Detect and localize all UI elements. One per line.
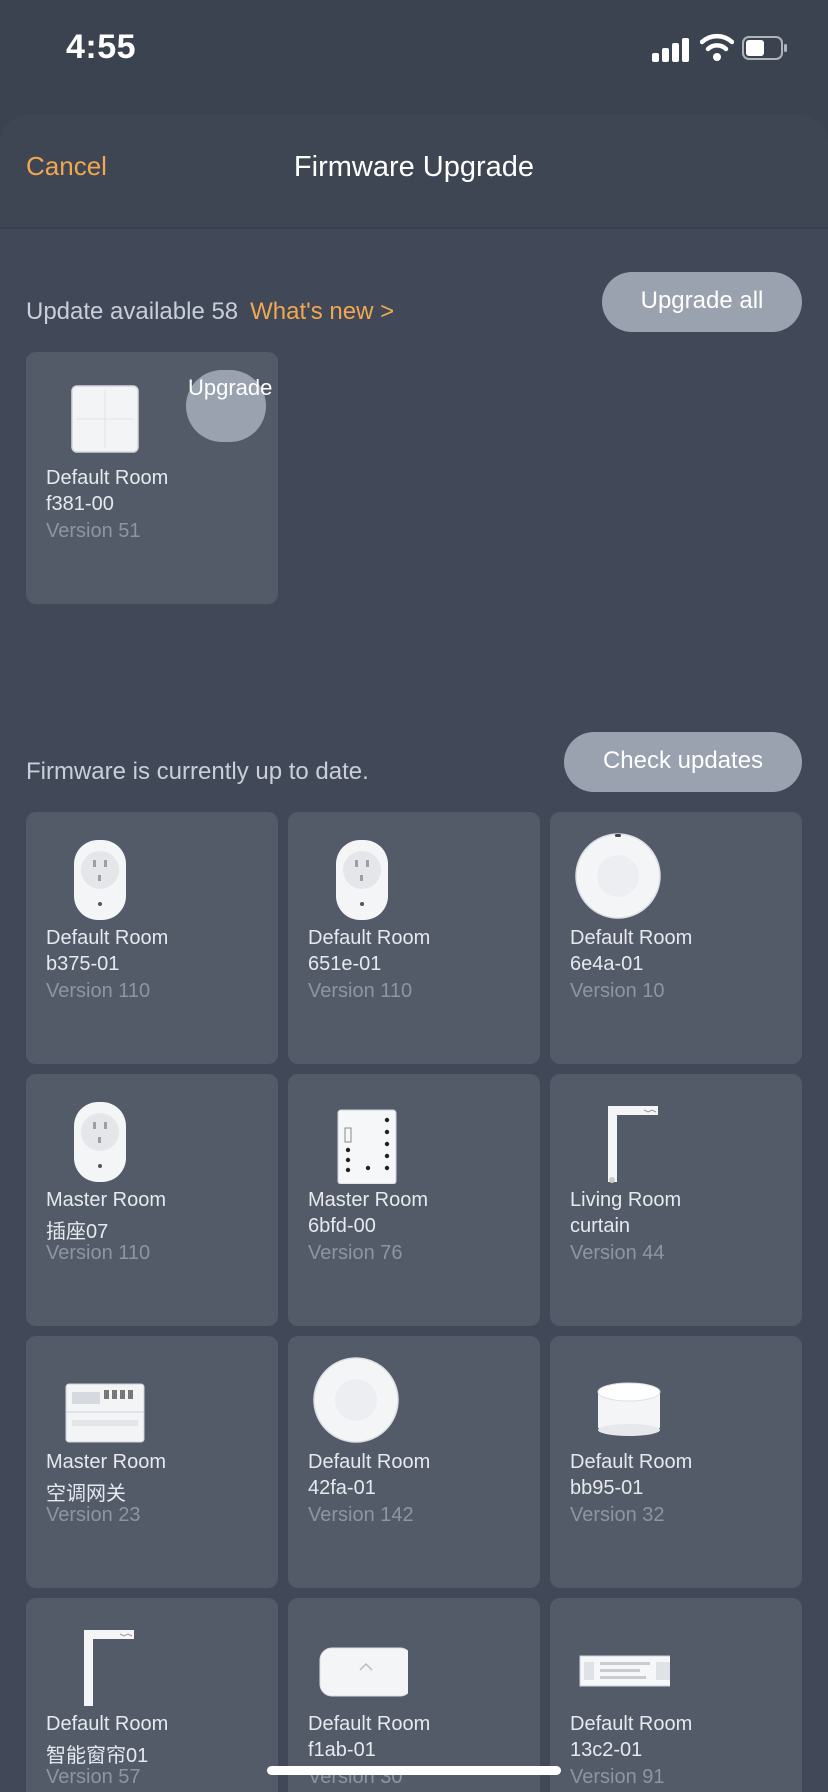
device-name: 空调网关 [46, 1483, 126, 1505]
nav-bar: Cancel Firmware Upgrade [0, 115, 828, 229]
upgrade-button[interactable]: Upgrade [186, 370, 273, 442]
device-version: Version 32 [570, 1504, 665, 1526]
device-name: 651e-01 [308, 953, 382, 975]
wall-switch-icon [71, 385, 139, 453]
device-room: Default Room [308, 1451, 431, 1473]
device-version: Version 142 [308, 1504, 414, 1526]
battery-icon [742, 36, 787, 60]
device-card[interactable]: Default Room bb95-01 Version 32 [550, 1336, 802, 1588]
device-version: Version 110 [308, 980, 413, 1002]
device-room: Master Room [46, 1451, 167, 1473]
device-room: Default Room [570, 927, 693, 949]
device-room: Default Room [308, 927, 431, 949]
device-version: Version 76 [308, 1242, 403, 1264]
device-version: Version 51 [46, 520, 141, 542]
device-name: bb95-01 [570, 1477, 644, 1499]
device-room: Default Room [46, 467, 169, 489]
curtain-motor-icon [84, 1630, 134, 1706]
device-card[interactable]: Default Room 智能窗帘01 Version 57 [26, 1598, 278, 1792]
device-room: Default Room [570, 1713, 693, 1735]
page-title: Firmware Upgrade [293, 151, 535, 183]
smart-plug-icon [336, 840, 388, 920]
whats-new-link[interactable]: What's new > [250, 298, 394, 325]
uptodate-label: Firmware is currently up to date. [26, 758, 369, 785]
device-name: 42fa-01 [308, 1477, 376, 1499]
device-card[interactable]: Default Room f1ab-01 Version 30 [288, 1598, 540, 1792]
smart-plug-icon [74, 1102, 126, 1182]
device-room: Living Room [570, 1189, 682, 1211]
device-room: Master Room [308, 1189, 429, 1211]
wifi-icon [700, 33, 734, 61]
relay-module-icon [337, 1109, 397, 1184]
din-rail-gateway-icon [65, 1383, 145, 1443]
device-version: Version 110 [46, 1242, 151, 1264]
device-version: Version 44 [570, 1242, 665, 1264]
upgrade-all-button[interactable]: Upgrade all [602, 272, 802, 332]
device-room: Default Room [46, 927, 169, 949]
round-sensor-icon [313, 1357, 399, 1443]
status-time: 4:55 [66, 28, 137, 66]
device-card[interactable]: Master Room 插座07 Version 110 [26, 1074, 278, 1326]
device-version: Version 110 [46, 980, 151, 1002]
device-room: Master Room [46, 1189, 167, 1211]
curtain-motor-icon [608, 1106, 658, 1183]
device-name: 插座07 [46, 1221, 109, 1243]
device-version: Version 91 [570, 1766, 665, 1788]
device-card[interactable]: Default Room b375-01 Version 110 [26, 812, 278, 1064]
device-room: Default Room [46, 1713, 169, 1735]
round-sensor-icon [575, 833, 661, 919]
device-card[interactable]: Living Room curtain Version 44 [550, 1074, 802, 1326]
device-name: 6bfd-00 [308, 1215, 376, 1237]
firmware-upgrade-sheet: Cancel Firmware Upgrade Update available… [0, 115, 828, 1792]
device-version: Version 10 [570, 980, 665, 1002]
upgrade-button-label: Upgrade [188, 375, 273, 400]
device-card[interactable]: Default Room 42fa-01 Version 142 [288, 1336, 540, 1588]
device-name: 6e4a-01 [570, 953, 644, 975]
device-name: f381-00 [46, 493, 114, 515]
cellular-signal-icon [652, 34, 692, 62]
update-available-label: Update available 58 [26, 298, 239, 325]
check-updates-button[interactable]: Check updates [564, 732, 802, 792]
device-card[interactable]: Default Room 651e-01 Version 110 [288, 812, 540, 1064]
device-name: f1ab-01 [308, 1739, 376, 1761]
smart-plug-icon [74, 840, 126, 920]
status-bar: 4:55 [0, 0, 828, 110]
device-version: Version 57 [46, 1766, 141, 1788]
device-card[interactable]: Master Room 6bfd-00 Version 76 [288, 1074, 540, 1326]
gateway-box-icon [319, 1647, 408, 1697]
hub-cylinder-icon [597, 1382, 661, 1436]
device-card[interactable]: Default Room 6e4a-01 Version 10 [550, 812, 802, 1064]
device-version: Version 23 [46, 1504, 141, 1526]
device-name: curtain [570, 1215, 631, 1237]
device-name: b375-01 [46, 953, 120, 975]
device-name: 13c2-01 [570, 1739, 643, 1761]
device-room: Default Room [308, 1713, 431, 1735]
device-card[interactable]: Default Room 13c2-01 Version 91 [550, 1598, 802, 1792]
home-indicator[interactable] [267, 1766, 561, 1775]
device-room: Default Room [570, 1451, 693, 1473]
led-driver-icon [579, 1655, 670, 1687]
device-name: 智能窗帘01 [46, 1745, 149, 1767]
device-card[interactable]: Master Room 空调网关 Version 23 [26, 1336, 278, 1588]
device-card[interactable]: Upgrade Default Room f381-00 Version 51 [26, 352, 278, 604]
update-available-header: Update available 58 What's new > [26, 298, 394, 326]
